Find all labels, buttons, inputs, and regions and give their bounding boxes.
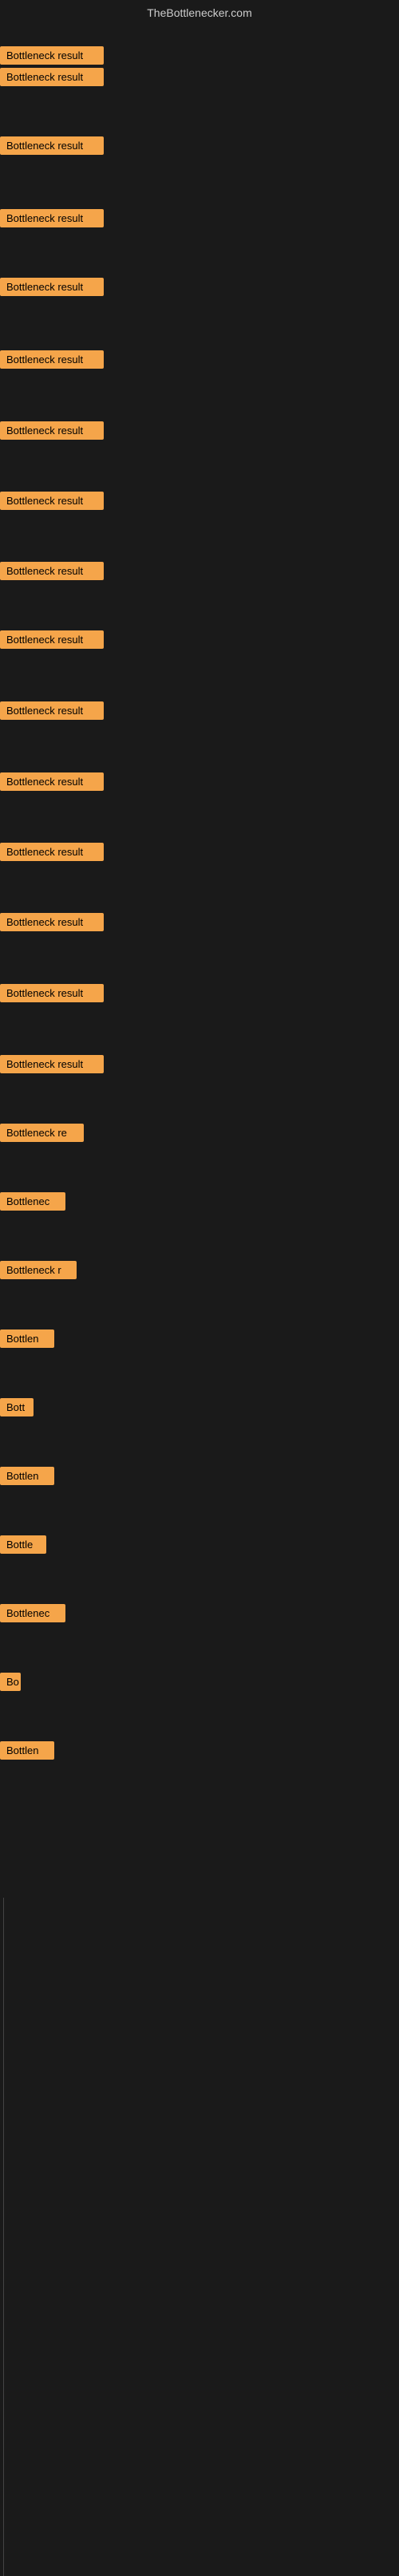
- bottleneck-result-item: Bottleneck result: [0, 1055, 104, 1073]
- bottleneck-result-item: Bottle: [0, 1535, 46, 1554]
- bottleneck-result-item: Bottleneck result: [0, 209, 104, 227]
- bottleneck-result-item: Bottlenec: [0, 1192, 65, 1211]
- bottleneck-result-item: Bottlen: [0, 1329, 54, 1348]
- bottleneck-result-item: Bottleneck result: [0, 630, 104, 649]
- bottleneck-result-item: Bottleneck re: [0, 1124, 84, 1142]
- bottleneck-result-item: Bottleneck result: [0, 492, 104, 510]
- bottleneck-result-item: Bottleneck result: [0, 701, 104, 720]
- vertical-separator-line: [3, 1898, 4, 2576]
- bottleneck-result-item: Bottleneck result: [0, 421, 104, 440]
- bottleneck-result-item: Bottleneck result: [0, 843, 104, 861]
- bottleneck-result-item: Bo: [0, 1673, 21, 1691]
- bottleneck-result-item: Bottleneck result: [0, 46, 104, 65]
- bottleneck-result-item: Bottleneck result: [0, 772, 104, 791]
- bottleneck-result-item: Bottleneck r: [0, 1261, 77, 1279]
- bottleneck-result-item: Bottlen: [0, 1741, 54, 1760]
- bottleneck-result-item: Bottlenec: [0, 1604, 65, 1622]
- bottleneck-result-item: Bottleneck result: [0, 278, 104, 296]
- bottleneck-result-item: Bottleneck result: [0, 136, 104, 155]
- bottleneck-result-item: Bott: [0, 1398, 34, 1416]
- bottleneck-result-item: Bottleneck result: [0, 984, 104, 1002]
- bottleneck-result-item: Bottleneck result: [0, 68, 104, 86]
- bottleneck-result-item: Bottleneck result: [0, 913, 104, 931]
- site-title: TheBottlenecker.com: [147, 6, 252, 19]
- bottleneck-result-item: Bottleneck result: [0, 562, 104, 580]
- bottleneck-result-item: Bottleneck result: [0, 350, 104, 369]
- site-header: TheBottlenecker.com: [0, 0, 399, 22]
- bottleneck-result-item: Bottlen: [0, 1467, 54, 1485]
